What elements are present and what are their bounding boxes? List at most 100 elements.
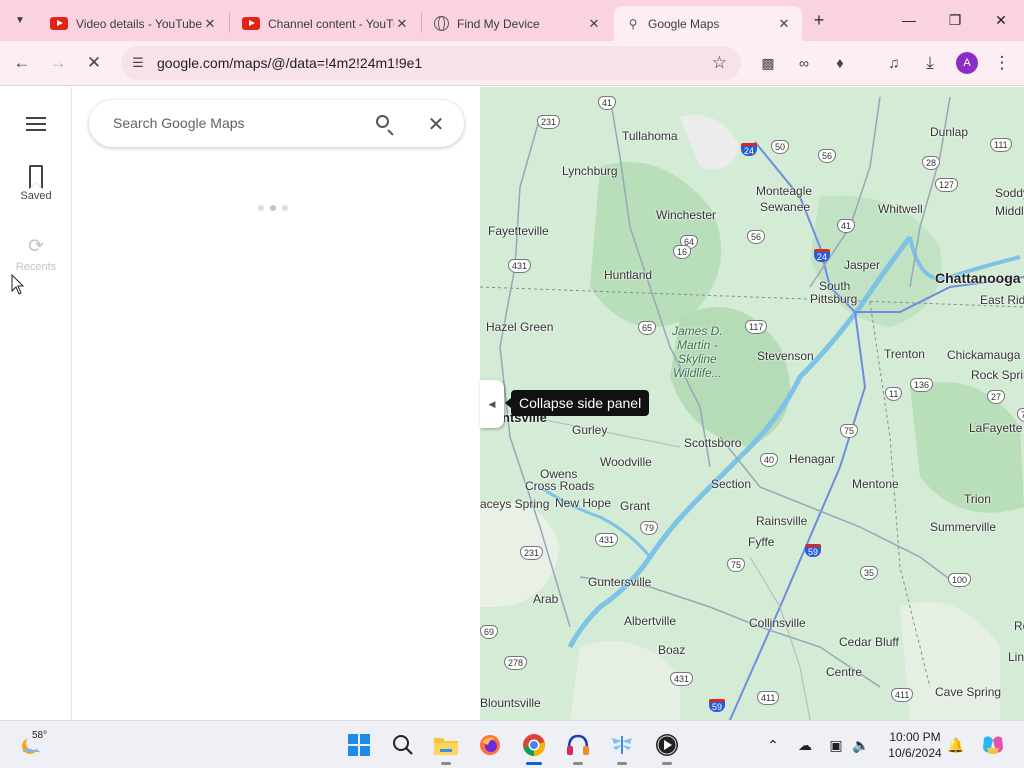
place-label[interactable]: Jasper: [844, 258, 880, 272]
place-label[interactable]: Rock Spring: [971, 368, 1024, 382]
tab-search-chevron-icon[interactable]: ▼: [8, 8, 32, 32]
stop-loading-button[interactable]: ✕: [80, 49, 108, 77]
collapse-side-panel-button[interactable]: ◀: [480, 380, 504, 428]
search-button[interactable]: [373, 112, 397, 136]
minimize-button[interactable]: —: [886, 0, 932, 40]
firefox-icon[interactable]: [476, 731, 504, 759]
address-bar[interactable]: ☰ google.com/maps/@/data=!4m2!24m1!9e1 ☆: [121, 46, 741, 80]
place-label[interactable]: Chattanooga: [935, 270, 1021, 286]
site-info-icon[interactable]: ☰: [129, 54, 147, 72]
place-label[interactable]: Whitwell: [878, 202, 923, 216]
place-label[interactable]: Henagar: [789, 452, 835, 466]
place-label[interactable]: Chickamauga: [947, 348, 1020, 362]
place-label[interactable]: Boaz: [658, 643, 685, 657]
headphones-app-icon[interactable]: [564, 731, 592, 765]
place-label[interactable]: Huntland: [604, 268, 652, 282]
profile-avatar[interactable]: A: [956, 52, 978, 74]
place-label[interactable]: Trenton: [884, 347, 925, 361]
place-label[interactable]: South: [819, 279, 850, 293]
place-label[interactable]: Mentone: [852, 477, 899, 491]
close-icon[interactable]: ✕: [202, 16, 218, 32]
place-label[interactable]: Soddy-: [995, 186, 1024, 200]
place-label[interactable]: Fyffe: [748, 535, 774, 549]
restore-button[interactable]: ❐: [932, 0, 978, 40]
show-hidden-icons-chevron-icon[interactable]: ⌃: [763, 735, 783, 755]
place-label[interactable]: Lynchburg: [562, 164, 618, 178]
place-label[interactable]: Rainsville: [756, 514, 807, 528]
copilot-icon[interactable]: [979, 731, 1007, 759]
system-clock[interactable]: 10:00 PM 10/6/2024: [880, 729, 950, 761]
search-input[interactable]: Search Google Maps: [113, 115, 245, 131]
route-shield: 111: [990, 138, 1012, 152]
place-label[interactable]: Summerville: [930, 520, 996, 534]
close-icon[interactable]: ✕: [776, 16, 792, 32]
recents-button[interactable]: ⟳ Recents: [0, 235, 72, 273]
place-label[interactable]: Guntersville: [588, 575, 651, 589]
place-label[interactable]: Ro: [1014, 619, 1024, 633]
place-label[interactable]: Trion: [964, 492, 991, 506]
place-label[interactable]: Collinsville: [749, 616, 806, 630]
tab-channel-content[interactable]: Channel content - YouTube ✕: [230, 6, 420, 41]
saved-button[interactable]: Saved: [0, 165, 72, 202]
volume-icon[interactable]: 🔈: [851, 735, 871, 755]
place-label[interactable]: Albertville: [624, 614, 676, 628]
tab-google-maps[interactable]: ⚲ Google Maps ✕: [614, 6, 802, 41]
extensions-puzzle-icon[interactable]: ♦: [826, 49, 854, 77]
chrome-icon[interactable]: [520, 731, 548, 765]
cast-icon[interactable]: ▩: [754, 49, 782, 77]
url-text[interactable]: google.com/maps/@/data=!4m2!24m1!9e1: [157, 55, 422, 71]
tab-find-my-device[interactable]: Find My Device ✕: [422, 6, 612, 41]
notification-bell-icon[interactable]: 🔔: [946, 735, 966, 755]
window-close-button[interactable]: ✕: [978, 0, 1024, 40]
clear-search-button[interactable]: ✕: [424, 112, 448, 136]
place-label[interactable]: Stevenson: [757, 349, 814, 363]
new-tab-button[interactable]: +: [808, 9, 830, 31]
place-label[interactable]: Cross Roads: [525, 479, 594, 493]
place-label[interactable]: Cave Spring: [935, 685, 1001, 699]
place-label[interactable]: Tullahoma: [622, 129, 678, 143]
place-label[interactable]: New Hope: [555, 496, 611, 510]
extension-infinity-icon[interactable]: ∞: [790, 49, 818, 77]
place-label[interactable]: Middle: [995, 204, 1024, 218]
weather-temperature[interactable]: 58°: [32, 730, 47, 741]
file-explorer-icon[interactable]: [432, 731, 460, 765]
dragonfly-app-icon[interactable]: [608, 731, 636, 765]
start-button[interactable]: [345, 731, 373, 759]
place-label[interactable]: Woodville: [600, 455, 652, 469]
place-label[interactable]: Gurley: [572, 423, 607, 437]
place-label[interactable]: Dunlap: [930, 125, 968, 139]
place-label[interactable]: Winchester: [656, 208, 716, 222]
search-icon[interactable]: [389, 731, 417, 759]
place-label[interactable]: East Rid: [980, 293, 1024, 307]
media-controls-icon[interactable]: ♫: [880, 49, 908, 77]
place-label[interactable]: Blountsville: [480, 696, 541, 710]
back-button[interactable]: ←: [8, 49, 36, 77]
download-icon[interactable]: ⤓: [916, 49, 944, 77]
bookmark-star-icon[interactable]: ☆: [712, 53, 727, 73]
place-label[interactable]: LaFayette: [969, 421, 1022, 435]
tab-video-details[interactable]: Video details - YouTube ✕: [38, 6, 228, 41]
place-label[interactable]: aceys Spring: [480, 497, 549, 511]
park-label-line: Skyline: [678, 352, 717, 366]
close-icon[interactable]: ✕: [586, 16, 602, 32]
place-label[interactable]: Sewanee: [760, 200, 810, 214]
place-label[interactable]: Centre: [826, 665, 862, 679]
media-player-icon[interactable]: [653, 731, 681, 765]
display-icon[interactable]: ▣: [826, 735, 846, 755]
place-label[interactable]: Fayetteville: [488, 224, 549, 238]
close-icon[interactable]: ✕: [394, 16, 410, 32]
place-label[interactable]: Monteagle: [756, 184, 812, 198]
place-label[interactable]: Arab: [533, 592, 558, 606]
onedrive-offline-icon[interactable]: ☁: [795, 735, 815, 755]
place-label[interactable]: Pittsburg: [810, 292, 857, 306]
park-label[interactable]: James D. Martin - Skyline Wildlife...: [672, 324, 723, 380]
place-label[interactable]: Hazel Green: [486, 320, 553, 334]
place-label[interactable]: Scottsboro: [684, 436, 741, 450]
forward-button[interactable]: →: [44, 49, 72, 77]
place-label[interactable]: Lin: [1008, 650, 1024, 664]
place-label[interactable]: Section: [711, 477, 751, 491]
place-label[interactable]: Grant: [620, 499, 650, 513]
browser-menu-icon[interactable]: ⋮: [988, 49, 1016, 77]
menu-icon[interactable]: [26, 117, 46, 135]
place-label[interactable]: Cedar Bluff: [839, 635, 899, 649]
